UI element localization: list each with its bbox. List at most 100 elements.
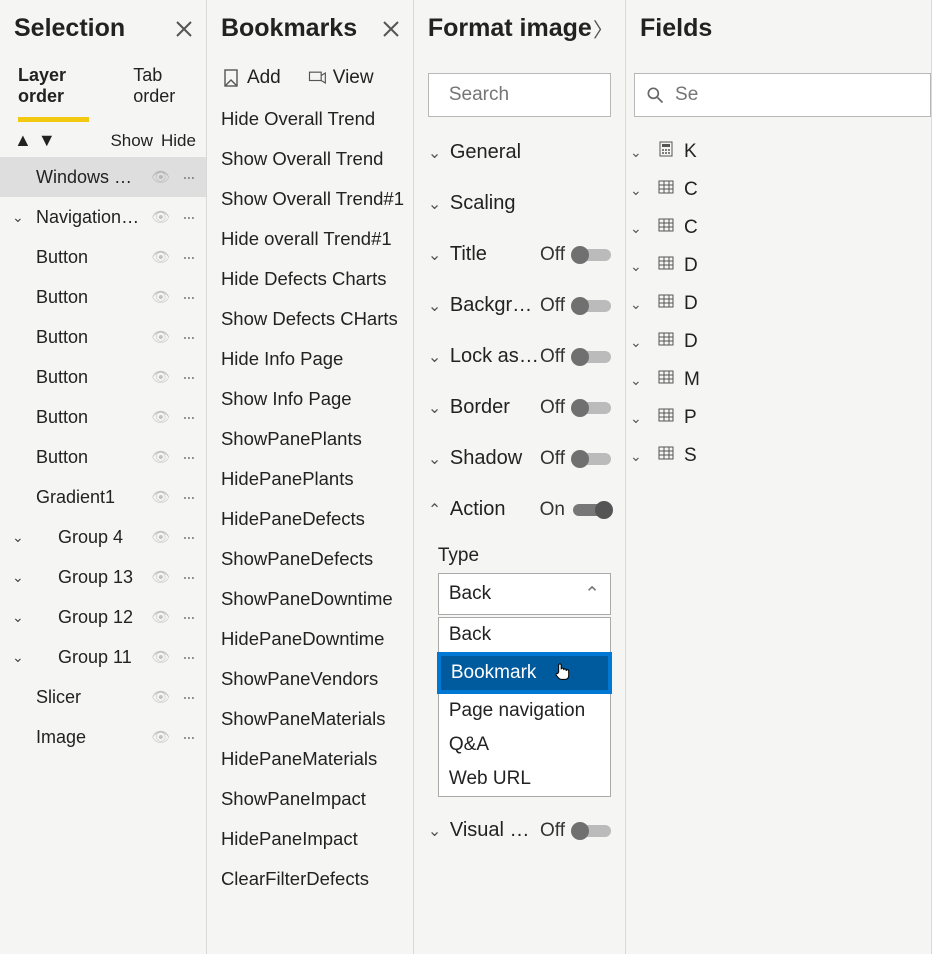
visibility-icon[interactable]: 👁 (150, 248, 172, 266)
chevron-down-icon[interactable]: ⌄ (428, 296, 450, 316)
bookmark-item[interactable]: ShowPaneVendors (207, 659, 413, 699)
selection-item[interactable]: Button👁··· (0, 397, 206, 437)
visibility-icon[interactable]: 👁 (150, 488, 172, 506)
bookmark-item[interactable]: ShowPaneMaterials (207, 699, 413, 739)
chevron-down-icon[interactable]: ⌄ (428, 245, 450, 265)
selection-item[interactable]: Image👁··· (0, 717, 206, 757)
more-options-icon[interactable]: ··· (178, 207, 198, 228)
action-type-dropdown[interactable]: BackBookmarkPage navigationQ&AWeb URL (438, 617, 611, 797)
chevron-down-icon[interactable]: ⌄ (630, 410, 648, 427)
dropdown-option[interactable]: Web URL (439, 762, 610, 796)
tab-tab-order[interactable]: Tab order (133, 65, 188, 122)
selection-item[interactable]: ⌄Group 12👁··· (0, 597, 206, 637)
dropdown-option[interactable]: Back (439, 618, 610, 652)
bookmark-item[interactable]: ClearFilterDefects (207, 859, 413, 899)
more-options-icon[interactable]: ··· (178, 687, 198, 708)
format-card-background[interactable]: ⌄Backgrou...Off (414, 280, 625, 331)
chevron-down-icon[interactable]: ⌄ (630, 144, 648, 161)
format-card-title[interactable]: ⌄TitleOff (414, 229, 625, 280)
bookmark-item[interactable]: HidePaneDefects (207, 499, 413, 539)
format-card-shadow[interactable]: ⌄ShadowOff (414, 433, 625, 484)
more-options-icon[interactable]: ··· (178, 327, 198, 348)
chevron-down-icon[interactable]: ⌄ (630, 220, 648, 237)
more-options-icon[interactable]: ··· (178, 407, 198, 428)
selection-item[interactable]: Button👁··· (0, 437, 206, 477)
chevron-down-icon[interactable]: ⌄ (12, 529, 30, 546)
chevron-down-icon[interactable]: ⌄ (630, 372, 648, 389)
fields-search[interactable] (634, 73, 931, 117)
bookmark-item[interactable]: HidePaneDowntime (207, 619, 413, 659)
add-bookmark-button[interactable]: Add (221, 67, 281, 89)
chevron-down-icon[interactable]: ⌄ (428, 449, 450, 469)
dropdown-option[interactable]: Bookmark (441, 656, 608, 690)
visibility-icon[interactable]: 👁 (150, 728, 172, 746)
format-card-general[interactable]: ⌄General (414, 127, 625, 178)
selection-item[interactable]: ⌄Group 4👁··· (0, 517, 206, 557)
more-options-icon[interactable]: ··· (178, 647, 198, 668)
chevron-down-icon[interactable]: ⌄ (12, 209, 30, 226)
bookmark-item[interactable]: Show Info Page (207, 379, 413, 419)
field-table-item[interactable]: ⌄D (626, 323, 931, 361)
chevron-down-icon[interactable]: ⌄ (428, 821, 450, 841)
toggle-switch[interactable] (573, 351, 611, 363)
chevron-down-icon[interactable]: ⌄ (630, 258, 648, 275)
visibility-icon[interactable]: 👁 (150, 568, 172, 586)
field-table-item[interactable]: ⌄K (626, 133, 931, 171)
visibility-icon[interactable]: 👁 (150, 688, 172, 706)
more-options-icon[interactable]: ··· (178, 527, 198, 548)
more-options-icon[interactable]: ··· (178, 367, 198, 388)
field-table-item[interactable]: ⌄S (626, 437, 931, 475)
chevron-down-icon[interactable]: ⌄ (630, 448, 648, 465)
more-options-icon[interactable]: ··· (178, 287, 198, 308)
chevron-down-icon[interactable]: ⌄ (428, 398, 450, 418)
toggle-switch[interactable] (573, 249, 611, 261)
visibility-icon[interactable]: 👁 (150, 448, 172, 466)
chevron-up-icon[interactable]: ⌃ (428, 500, 450, 520)
chevron-down-icon[interactable]: ⌄ (428, 143, 450, 163)
view-bookmark-button[interactable]: View (307, 67, 374, 89)
selection-item[interactable]: Slicer👁··· (0, 677, 206, 717)
visibility-icon[interactable]: 👁 (150, 288, 172, 306)
bookmark-item[interactable]: HidePanePlants (207, 459, 413, 499)
hide-all-button[interactable]: Hide (161, 131, 196, 151)
bookmark-item[interactable]: Hide Info Page (207, 339, 413, 379)
bookmark-item[interactable]: Hide overall Trend#1 (207, 219, 413, 259)
format-search[interactable] (428, 73, 611, 117)
chevron-down-icon[interactable]: ⌄ (630, 182, 648, 199)
toggle-switch[interactable] (573, 825, 611, 837)
format-card-scaling[interactable]: ⌄Scaling (414, 178, 625, 229)
toggle-switch[interactable] (573, 300, 611, 312)
more-options-icon[interactable]: ··· (178, 567, 198, 588)
dropdown-option[interactable]: Page navigation (439, 694, 610, 728)
more-options-icon[interactable]: ··· (178, 247, 198, 268)
move-down-icon[interactable]: ▼ (38, 130, 56, 151)
selection-item[interactable]: ⌄Navigation Panel👁··· (0, 197, 206, 237)
chevron-down-icon[interactable]: ⌄ (630, 296, 648, 313)
format-card-action[interactable]: ⌃ActionOn (414, 484, 625, 535)
selection-item[interactable]: Button👁··· (0, 317, 206, 357)
format-card-border[interactable]: ⌄BorderOff (414, 382, 625, 433)
more-options-icon[interactable]: ··· (178, 727, 198, 748)
selection-item[interactable]: Button👁··· (0, 277, 206, 317)
bookmark-item[interactable]: ShowPaneImpact (207, 779, 413, 819)
visibility-icon[interactable]: 👁 (150, 328, 172, 346)
more-options-icon[interactable]: ··· (178, 447, 198, 468)
more-options-icon[interactable]: ··· (178, 487, 198, 508)
visibility-icon[interactable]: 👁 (150, 368, 172, 386)
toggle-switch[interactable] (573, 453, 611, 465)
visibility-icon[interactable]: 👁 (150, 648, 172, 666)
chevron-down-icon[interactable]: ⌄ (428, 347, 450, 367)
chevron-down-icon[interactable]: ⌄ (428, 194, 450, 214)
close-icon[interactable] (174, 19, 194, 39)
action-type-select[interactable]: Back⌃ (438, 573, 611, 615)
visibility-icon[interactable]: 👁 (150, 208, 172, 226)
selection-item[interactable]: Button👁··· (0, 237, 206, 277)
bookmark-item[interactable]: HidePaneImpact (207, 819, 413, 859)
selection-item[interactable]: ⌄Group 11👁··· (0, 637, 206, 677)
chevron-down-icon[interactable]: ⌄ (630, 334, 648, 351)
visibility-icon[interactable]: 👁 (150, 608, 172, 626)
format-card-lockAspect[interactable]: ⌄Lock aspe...Off (414, 331, 625, 382)
move-up-icon[interactable]: ▲ (14, 130, 32, 151)
more-options-icon[interactable]: ··· (178, 167, 198, 188)
chevron-down-icon[interactable]: ⌄ (12, 569, 30, 586)
